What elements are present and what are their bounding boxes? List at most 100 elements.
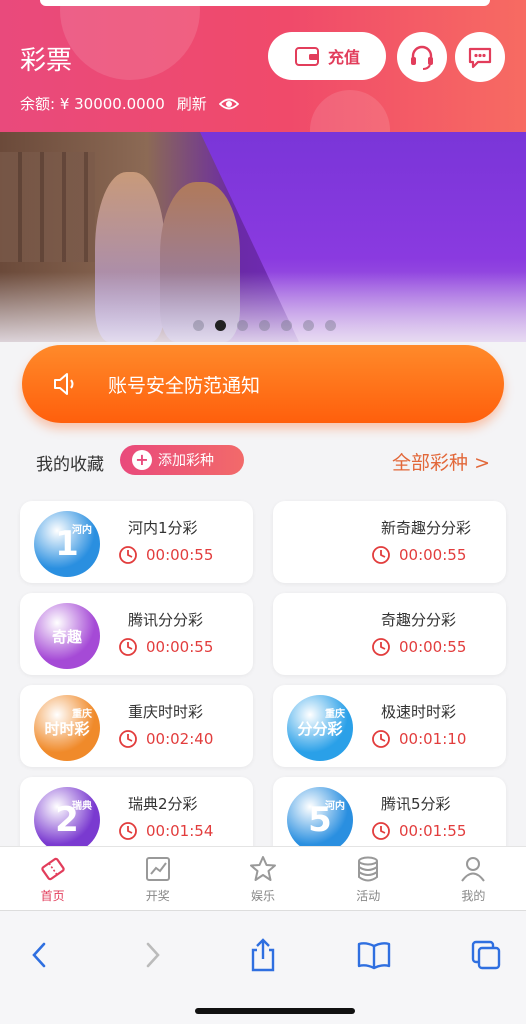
lottery-logo-text: 时时彩	[44, 719, 90, 738]
carousel-dot[interactable]	[193, 320, 204, 331]
lottery-name: 极速时时彩	[381, 703, 457, 721]
countdown: 00:00:55	[371, 637, 466, 657]
lottery-logo: 奇趣	[34, 603, 100, 669]
add-lottery-label: 添加彩种	[158, 453, 214, 469]
countdown-value: 00:00:55	[399, 546, 467, 564]
banner-slot-machines	[0, 152, 95, 262]
clock-icon	[119, 638, 137, 656]
lottery-logo-text: 分分彩	[297, 719, 343, 738]
lottery-logo	[287, 603, 353, 669]
lottery-name: 瑞典2分彩	[128, 795, 198, 813]
headset-icon	[411, 45, 433, 70]
countdown-value: 00:00:55	[399, 638, 467, 656]
refresh-link[interactable]: 刷新	[177, 93, 207, 114]
notice-text: 账号安全防范通知	[108, 374, 261, 397]
lottery-name: 重庆时时彩	[128, 703, 204, 721]
lottery-card[interactable]: 时时彩 重庆 重庆时时彩 00:02:40	[20, 685, 253, 767]
header: 彩票 余额: ¥ 30000.0000 刷新 充值	[0, 0, 526, 135]
carousel-dots[interactable]	[193, 320, 336, 331]
chevron-left-icon	[32, 942, 46, 968]
countdown: 00:01:10	[371, 729, 466, 749]
banner-fade	[0, 272, 526, 342]
lottery-name: 奇趣分分彩	[381, 611, 457, 629]
back-button[interactable]	[18, 933, 62, 977]
forward-button[interactable]	[130, 933, 174, 977]
add-lottery-button[interactable]: + 添加彩种	[120, 445, 244, 475]
lottery-card[interactable]: 奇趣分分彩 00:00:55	[273, 593, 506, 675]
lottery-card[interactable]: 奇趣 腾讯分分彩 00:00:55	[20, 593, 253, 675]
promo-banner[interactable]	[0, 132, 526, 342]
lottery-logo-sub: 重庆	[72, 709, 92, 720]
lottery-card[interactable]: 分分彩 重庆 极速时时彩 00:01:10	[273, 685, 506, 767]
carousel-dot[interactable]	[215, 320, 226, 331]
notice-bar[interactable]: 账号安全防范通知	[22, 345, 504, 423]
balance-text: 余额: ¥ 30000.0000	[20, 95, 165, 113]
tab-label: 开奖	[145, 888, 170, 903]
lottery-name: 河内1分彩	[128, 519, 198, 537]
clock-icon	[372, 822, 390, 840]
countdown-value: 00:00:55	[146, 638, 214, 656]
lottery-name: 新奇趣分分彩	[381, 519, 472, 537]
message-button[interactable]	[455, 32, 505, 82]
share-button[interactable]	[241, 933, 285, 977]
wallet-icon	[294, 47, 319, 66]
countdown-value: 00:01:55	[399, 822, 467, 840]
countdown: 00:00:55	[118, 637, 213, 657]
lottery-logo: 1 河内	[34, 511, 100, 577]
bookmarks-button[interactable]	[352, 933, 396, 977]
clock-icon	[119, 730, 137, 748]
lottery-logo-sub: 瑞典	[72, 801, 92, 812]
lottery-logo	[287, 511, 353, 577]
clock-icon	[372, 546, 390, 564]
lottery-card[interactable]: 新奇趣分分彩 00:00:55	[273, 501, 506, 583]
favorites-label: 我的收藏	[36, 455, 104, 475]
tab-activity[interactable]: 活动	[316, 847, 421, 910]
lottery-card[interactable]: 1 河内 河内1分彩 00:00:55	[20, 501, 253, 583]
countdown-value: 00:02:40	[146, 730, 214, 748]
carousel-dot[interactable]	[237, 320, 248, 331]
user-icon	[461, 856, 486, 882]
tab-home[interactable]: 首页	[0, 847, 105, 910]
tab-entertainment[interactable]: 娱乐	[210, 847, 315, 910]
lottery-name: 腾讯5分彩	[381, 795, 451, 813]
bottom-tab-bar: 首页 开奖 娱乐 活动 我的	[0, 846, 526, 910]
countdown: 00:00:55	[118, 545, 213, 565]
lottery-logo-sub: 河内	[72, 525, 92, 536]
balance-row: 余额: ¥ 30000.0000 刷新	[20, 93, 239, 114]
tab-mine[interactable]: 我的	[421, 847, 526, 910]
countdown: 00:00:55	[371, 545, 466, 565]
carousel-dot[interactable]	[281, 320, 292, 331]
tab-label: 首页	[40, 888, 65, 903]
countdown-value: 00:01:54	[146, 822, 214, 840]
tabs-button[interactable]	[464, 933, 508, 977]
speaker-icon	[54, 373, 74, 395]
clock-icon	[119, 822, 137, 840]
customer-service-button[interactable]	[397, 32, 447, 82]
tab-label: 我的	[461, 888, 486, 903]
book-icon	[357, 942, 391, 970]
carousel-dot[interactable]	[259, 320, 270, 331]
tab-label: 娱乐	[251, 888, 276, 903]
eye-icon[interactable]	[218, 97, 239, 111]
countdown: 00:01:54	[118, 821, 213, 841]
clock-icon	[119, 546, 137, 564]
recharge-button[interactable]: 充值	[268, 32, 386, 80]
app-page: 彩票 余额: ¥ 30000.0000 刷新 充值 账号安全防范通知 我的收藏 …	[0, 0, 526, 1024]
lottery-logo: 时时彩 重庆	[34, 695, 100, 761]
lottery-logo: 2 瑞典	[34, 787, 100, 853]
countdown: 00:01:55	[371, 821, 466, 841]
countdown: 00:02:40	[118, 729, 213, 749]
all-lotteries-link[interactable]: 全部彩种 >	[392, 448, 490, 475]
page-title: 彩票	[20, 46, 73, 76]
tab-results[interactable]: 开奖	[105, 847, 210, 910]
carousel-dot[interactable]	[303, 320, 314, 331]
decor-bubble	[60, 0, 200, 80]
recharge-label: 充值	[327, 48, 360, 67]
decor-bubble	[310, 90, 390, 135]
tab-label: 活动	[356, 888, 381, 903]
browser-toolbar	[0, 910, 526, 1024]
countdown-value: 00:01:10	[399, 730, 467, 748]
carousel-dot[interactable]	[325, 320, 336, 331]
plus-icon: +	[132, 450, 152, 470]
database-icon	[358, 856, 379, 881]
